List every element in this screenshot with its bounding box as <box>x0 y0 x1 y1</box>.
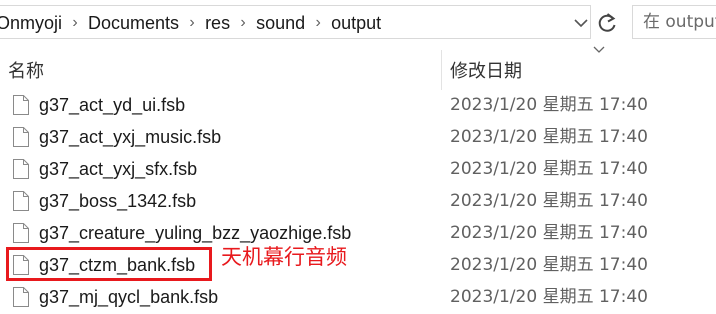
file-name: g37_act_yxj_music.fsb <box>39 127 222 147</box>
file-icon <box>13 191 29 211</box>
breadcrumb-separator-icon[interactable]: › <box>179 14 205 32</box>
breadcrumb-item-documents[interactable]: Documents <box>88 13 179 34</box>
sort-arrow-icon <box>593 46 605 53</box>
annotation-label: 天机幕行音频 <box>221 245 347 269</box>
file-row[interactable]: g37_act_yxj_sfx.fsb 2023/1/20 星期五 17:40 <box>0 154 716 186</box>
file-icon <box>13 159 29 179</box>
search-box[interactable] <box>632 5 716 39</box>
file-icon <box>13 95 29 115</box>
breadcrumb: Onmyoji › Documents › res › sound › outp… <box>0 11 381 35</box>
file-name: g37_creature_yuling_bzz_yaozhige.fsb <box>39 223 352 243</box>
column-divider[interactable] <box>441 50 442 90</box>
file-date-modified: 2023/1/20 星期五 17:40 <box>450 255 648 275</box>
column-header-name[interactable]: 名称 <box>8 50 44 90</box>
breadcrumb-item-output[interactable]: output <box>331 13 381 34</box>
breadcrumb-separator-icon[interactable]: › <box>62 14 88 32</box>
annotation-highlight-box <box>6 247 212 281</box>
refresh-button[interactable] <box>594 9 620 37</box>
search-input[interactable] <box>633 6 716 38</box>
file-name: g37_act_yxj_sfx.fsb <box>39 159 198 179</box>
file-row[interactable]: g37_creature_yuling_bzz_yaozhige.fsb 202… <box>0 218 716 250</box>
breadcrumb-item-sound[interactable]: sound <box>256 13 305 34</box>
file-icon <box>13 223 29 243</box>
file-name: g37_act_yd_ui.fsb <box>39 95 186 115</box>
file-row[interactable]: g37_act_yxj_music.fsb 2023/1/20 星期五 17:4… <box>0 122 716 154</box>
breadcrumb-item-onmyoji[interactable]: Onmyoji <box>0 13 62 34</box>
file-icon <box>13 287 29 307</box>
file-date-modified: 2023/1/20 星期五 17:40 <box>450 223 648 243</box>
file-row[interactable]: g37_boss_1342.fsb 2023/1/20 星期五 17:40 <box>0 186 716 218</box>
breadcrumb-separator-icon[interactable]: › <box>230 14 256 32</box>
breadcrumb-separator-icon[interactable]: › <box>305 14 331 32</box>
file-row[interactable]: g37_mj_qycl_bank.fsb 2023/1/20 星期五 17:40 <box>0 282 716 314</box>
file-name: g37_mj_qycl_bank.fsb <box>39 287 219 307</box>
address-bar: Onmyoji › Documents › res › sound › outp… <box>0 0 716 46</box>
file-date-modified: 2023/1/20 星期五 17:40 <box>450 287 648 307</box>
file-date-modified: 2023/1/20 星期五 17:40 <box>450 159 648 179</box>
refresh-icon <box>598 13 616 32</box>
file-row[interactable]: g37_act_yd_ui.fsb 2023/1/20 星期五 17:40 <box>0 90 716 122</box>
file-icon <box>13 127 29 147</box>
file-date-modified: 2023/1/20 星期五 17:40 <box>450 191 648 211</box>
breadcrumb-item-res[interactable]: res <box>205 13 230 34</box>
file-date-modified: 2023/1/20 星期五 17:40 <box>450 127 648 147</box>
file-date-modified: 2023/1/20 星期五 17:40 <box>450 95 648 115</box>
address-history-button[interactable] <box>572 12 590 34</box>
column-header-date-modified[interactable]: 修改日期 <box>450 50 522 90</box>
file-name: g37_boss_1342.fsb <box>39 191 197 211</box>
chevron-down-icon <box>574 19 588 28</box>
